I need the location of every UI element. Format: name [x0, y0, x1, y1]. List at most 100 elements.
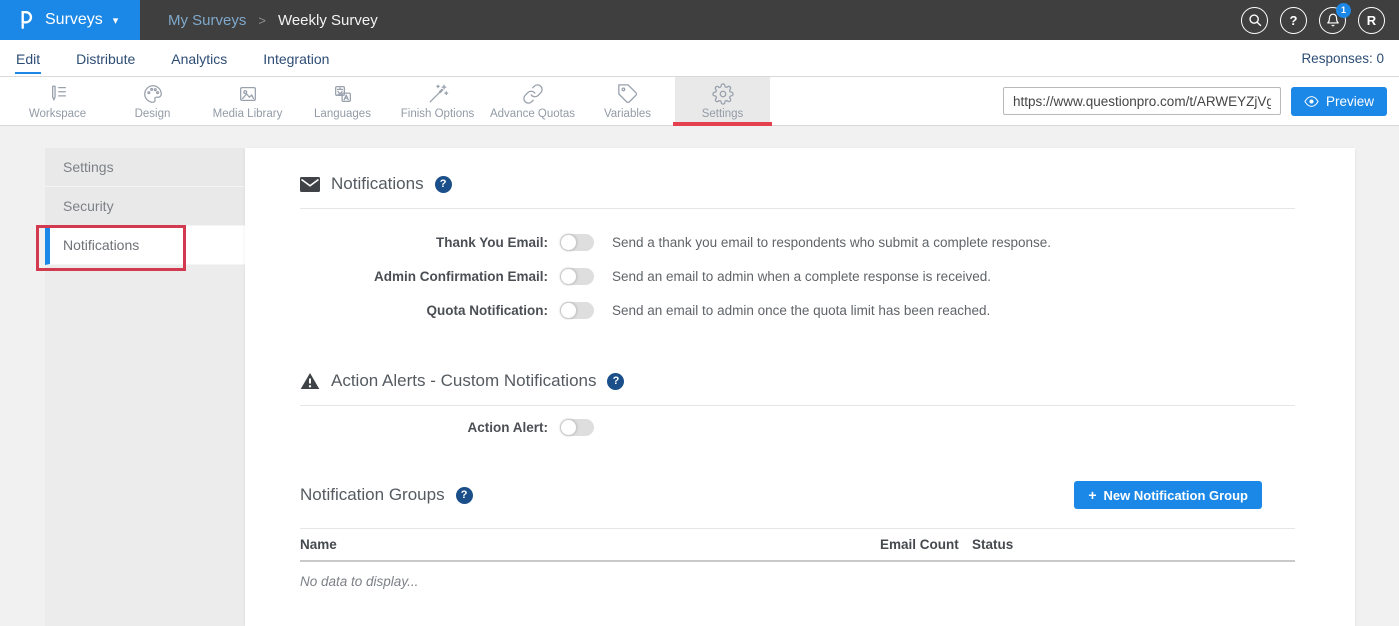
- toggle-label: Quota Notification:: [300, 303, 548, 318]
- column-header-email-count: Email Count: [880, 537, 972, 552]
- top-bar: Surveys ▾ My Surveys > Weekly Survey ? 1…: [0, 0, 1399, 40]
- action-alert-toggles: Action Alert:: [245, 410, 1355, 444]
- toggle-label: Admin Confirmation Email:: [300, 269, 548, 284]
- toolbar-item-languages[interactable]: Languages: [295, 77, 390, 125]
- toggle-knob: [560, 268, 577, 285]
- new-notification-group-button[interactable]: + New Notification Group: [1074, 481, 1262, 509]
- toggle-description: Send a thank you email to respondents wh…: [612, 235, 1051, 250]
- notification-toggles: Thank You Email: Send a thank you email …: [245, 225, 1355, 327]
- toolbar-item-advance-quotas[interactable]: Advance Quotas: [485, 77, 580, 125]
- toolbar-label: Finish Options: [401, 108, 475, 120]
- product-label: Surveys: [45, 11, 103, 29]
- thank-you-email-toggle[interactable]: [560, 234, 594, 251]
- breadcrumb-separator: >: [258, 13, 266, 28]
- tab-integration[interactable]: Integration: [262, 42, 330, 74]
- help-icon[interactable]: ?: [435, 176, 452, 193]
- settings-sidebar: Settings Security Notifications: [45, 148, 245, 626]
- question-mark-icon: ?: [1290, 13, 1298, 28]
- toolbar-label: Settings: [702, 108, 744, 120]
- breadcrumb-my-surveys[interactable]: My Surveys: [168, 12, 246, 29]
- section-title: Notifications: [331, 174, 424, 194]
- toolbar-label: Variables: [604, 108, 651, 120]
- help-icon[interactable]: ?: [607, 373, 624, 390]
- notifications-button[interactable]: 1: [1319, 7, 1346, 34]
- topbar-actions: ? 1 R: [1241, 7, 1385, 34]
- tag-icon: [617, 83, 639, 105]
- image-icon: [237, 83, 259, 105]
- envelope-icon: [300, 177, 320, 192]
- toolbar-item-workspace[interactable]: Workspace: [10, 77, 105, 125]
- breadcrumb: My Surveys > Weekly Survey: [168, 12, 378, 29]
- action-alerts-section-heading: Action Alerts - Custom Notifications ?: [300, 367, 1355, 395]
- warning-triangle-icon: [300, 372, 320, 390]
- gear-icon: [712, 83, 734, 105]
- plus-icon: +: [1088, 487, 1096, 503]
- chain-icon: [522, 83, 544, 105]
- product-menu[interactable]: Surveys ▾: [0, 0, 140, 40]
- preview-button-label: Preview: [1326, 94, 1374, 109]
- toolbar-label: Languages: [314, 108, 371, 120]
- sidebar-item-settings[interactable]: Settings: [45, 148, 245, 187]
- account-avatar[interactable]: R: [1358, 7, 1385, 34]
- questionpro-logo-icon: [14, 8, 36, 32]
- toggle-knob: [560, 302, 577, 319]
- toolbar-item-settings[interactable]: Settings: [675, 77, 770, 125]
- action-alert-row: Action Alert:: [300, 410, 1355, 444]
- eye-icon: [1304, 94, 1319, 109]
- survey-url-input[interactable]: [1003, 87, 1281, 115]
- sidebar-item-security[interactable]: Security: [45, 187, 245, 226]
- url-preview-group: Preview: [1003, 77, 1387, 125]
- toggle-knob: [560, 234, 577, 251]
- help-button[interactable]: ?: [1280, 7, 1307, 34]
- notification-groups-table: Name Email Count Status: [300, 528, 1295, 562]
- workspace-icon: [47, 83, 69, 105]
- wand-icon: [427, 83, 449, 105]
- preview-button[interactable]: Preview: [1291, 87, 1387, 116]
- settings-page: Settings Security Notifications Notifica…: [0, 126, 1399, 626]
- avatar-initial: R: [1367, 13, 1376, 28]
- section-title: Action Alerts - Custom Notifications: [331, 371, 596, 391]
- search-icon: [1248, 13, 1262, 27]
- section-title: Notification Groups: [300, 485, 445, 505]
- action-alert-toggle[interactable]: [560, 419, 594, 436]
- notification-groups-header: Notification Groups ? + New Notification…: [300, 480, 1262, 510]
- search-button[interactable]: [1241, 7, 1268, 34]
- toolbar-label: Workspace: [29, 108, 86, 120]
- toolbar-label: Design: [135, 108, 171, 120]
- toolbar-label: Advance Quotas: [490, 108, 575, 120]
- tab-distribute[interactable]: Distribute: [75, 42, 136, 74]
- edit-toolbar: Workspace Design Media Library Languages…: [0, 77, 1399, 126]
- tab-analytics[interactable]: Analytics: [170, 42, 228, 74]
- sidebar-item-notifications[interactable]: Notifications: [45, 226, 245, 265]
- toggle-knob: [560, 419, 577, 436]
- admin-confirmation-email-toggle[interactable]: [560, 268, 594, 285]
- toolbar-label: Media Library: [213, 108, 283, 120]
- table-header-row: Name Email Count Status: [300, 528, 1295, 562]
- help-icon[interactable]: ?: [456, 487, 473, 504]
- chevron-down-icon: ▾: [113, 14, 119, 27]
- toggle-label: Action Alert:: [300, 420, 548, 435]
- toggle-description: Send an email to admin once the quota li…: [612, 303, 990, 318]
- translate-icon: [332, 83, 354, 105]
- divider: [300, 208, 1295, 209]
- admin-confirmation-email-row: Admin Confirmation Email: Send an email …: [300, 259, 1355, 293]
- toolbar-item-finish-options[interactable]: Finish Options: [390, 77, 485, 125]
- toolbar-item-media-library[interactable]: Media Library: [200, 77, 295, 125]
- responses-count[interactable]: Responses: 0: [1301, 51, 1384, 66]
- breadcrumb-current-survey: Weekly Survey: [278, 12, 378, 29]
- toolbar-item-design[interactable]: Design: [105, 77, 200, 125]
- toggle-label: Thank You Email:: [300, 235, 548, 250]
- notification-groups-title-group: Notification Groups ?: [300, 485, 473, 505]
- quota-notification-toggle[interactable]: [560, 302, 594, 319]
- toolbar-item-variables[interactable]: Variables: [580, 77, 675, 125]
- column-header-status: Status: [972, 537, 1295, 552]
- quota-notification-row: Quota Notification: Send an email to adm…: [300, 293, 1355, 327]
- notifications-section-heading: Notifications ?: [300, 170, 1355, 198]
- survey-nav: Edit Distribute Analytics Integration Re…: [0, 40, 1399, 77]
- notifications-panel: Notifications ? Thank You Email: Send a …: [245, 148, 1355, 626]
- tab-edit[interactable]: Edit: [15, 42, 41, 74]
- notification-badge: 1: [1336, 3, 1351, 18]
- column-header-name: Name: [300, 537, 880, 552]
- new-group-button-label: New Notification Group: [1104, 488, 1248, 503]
- divider: [300, 405, 1295, 406]
